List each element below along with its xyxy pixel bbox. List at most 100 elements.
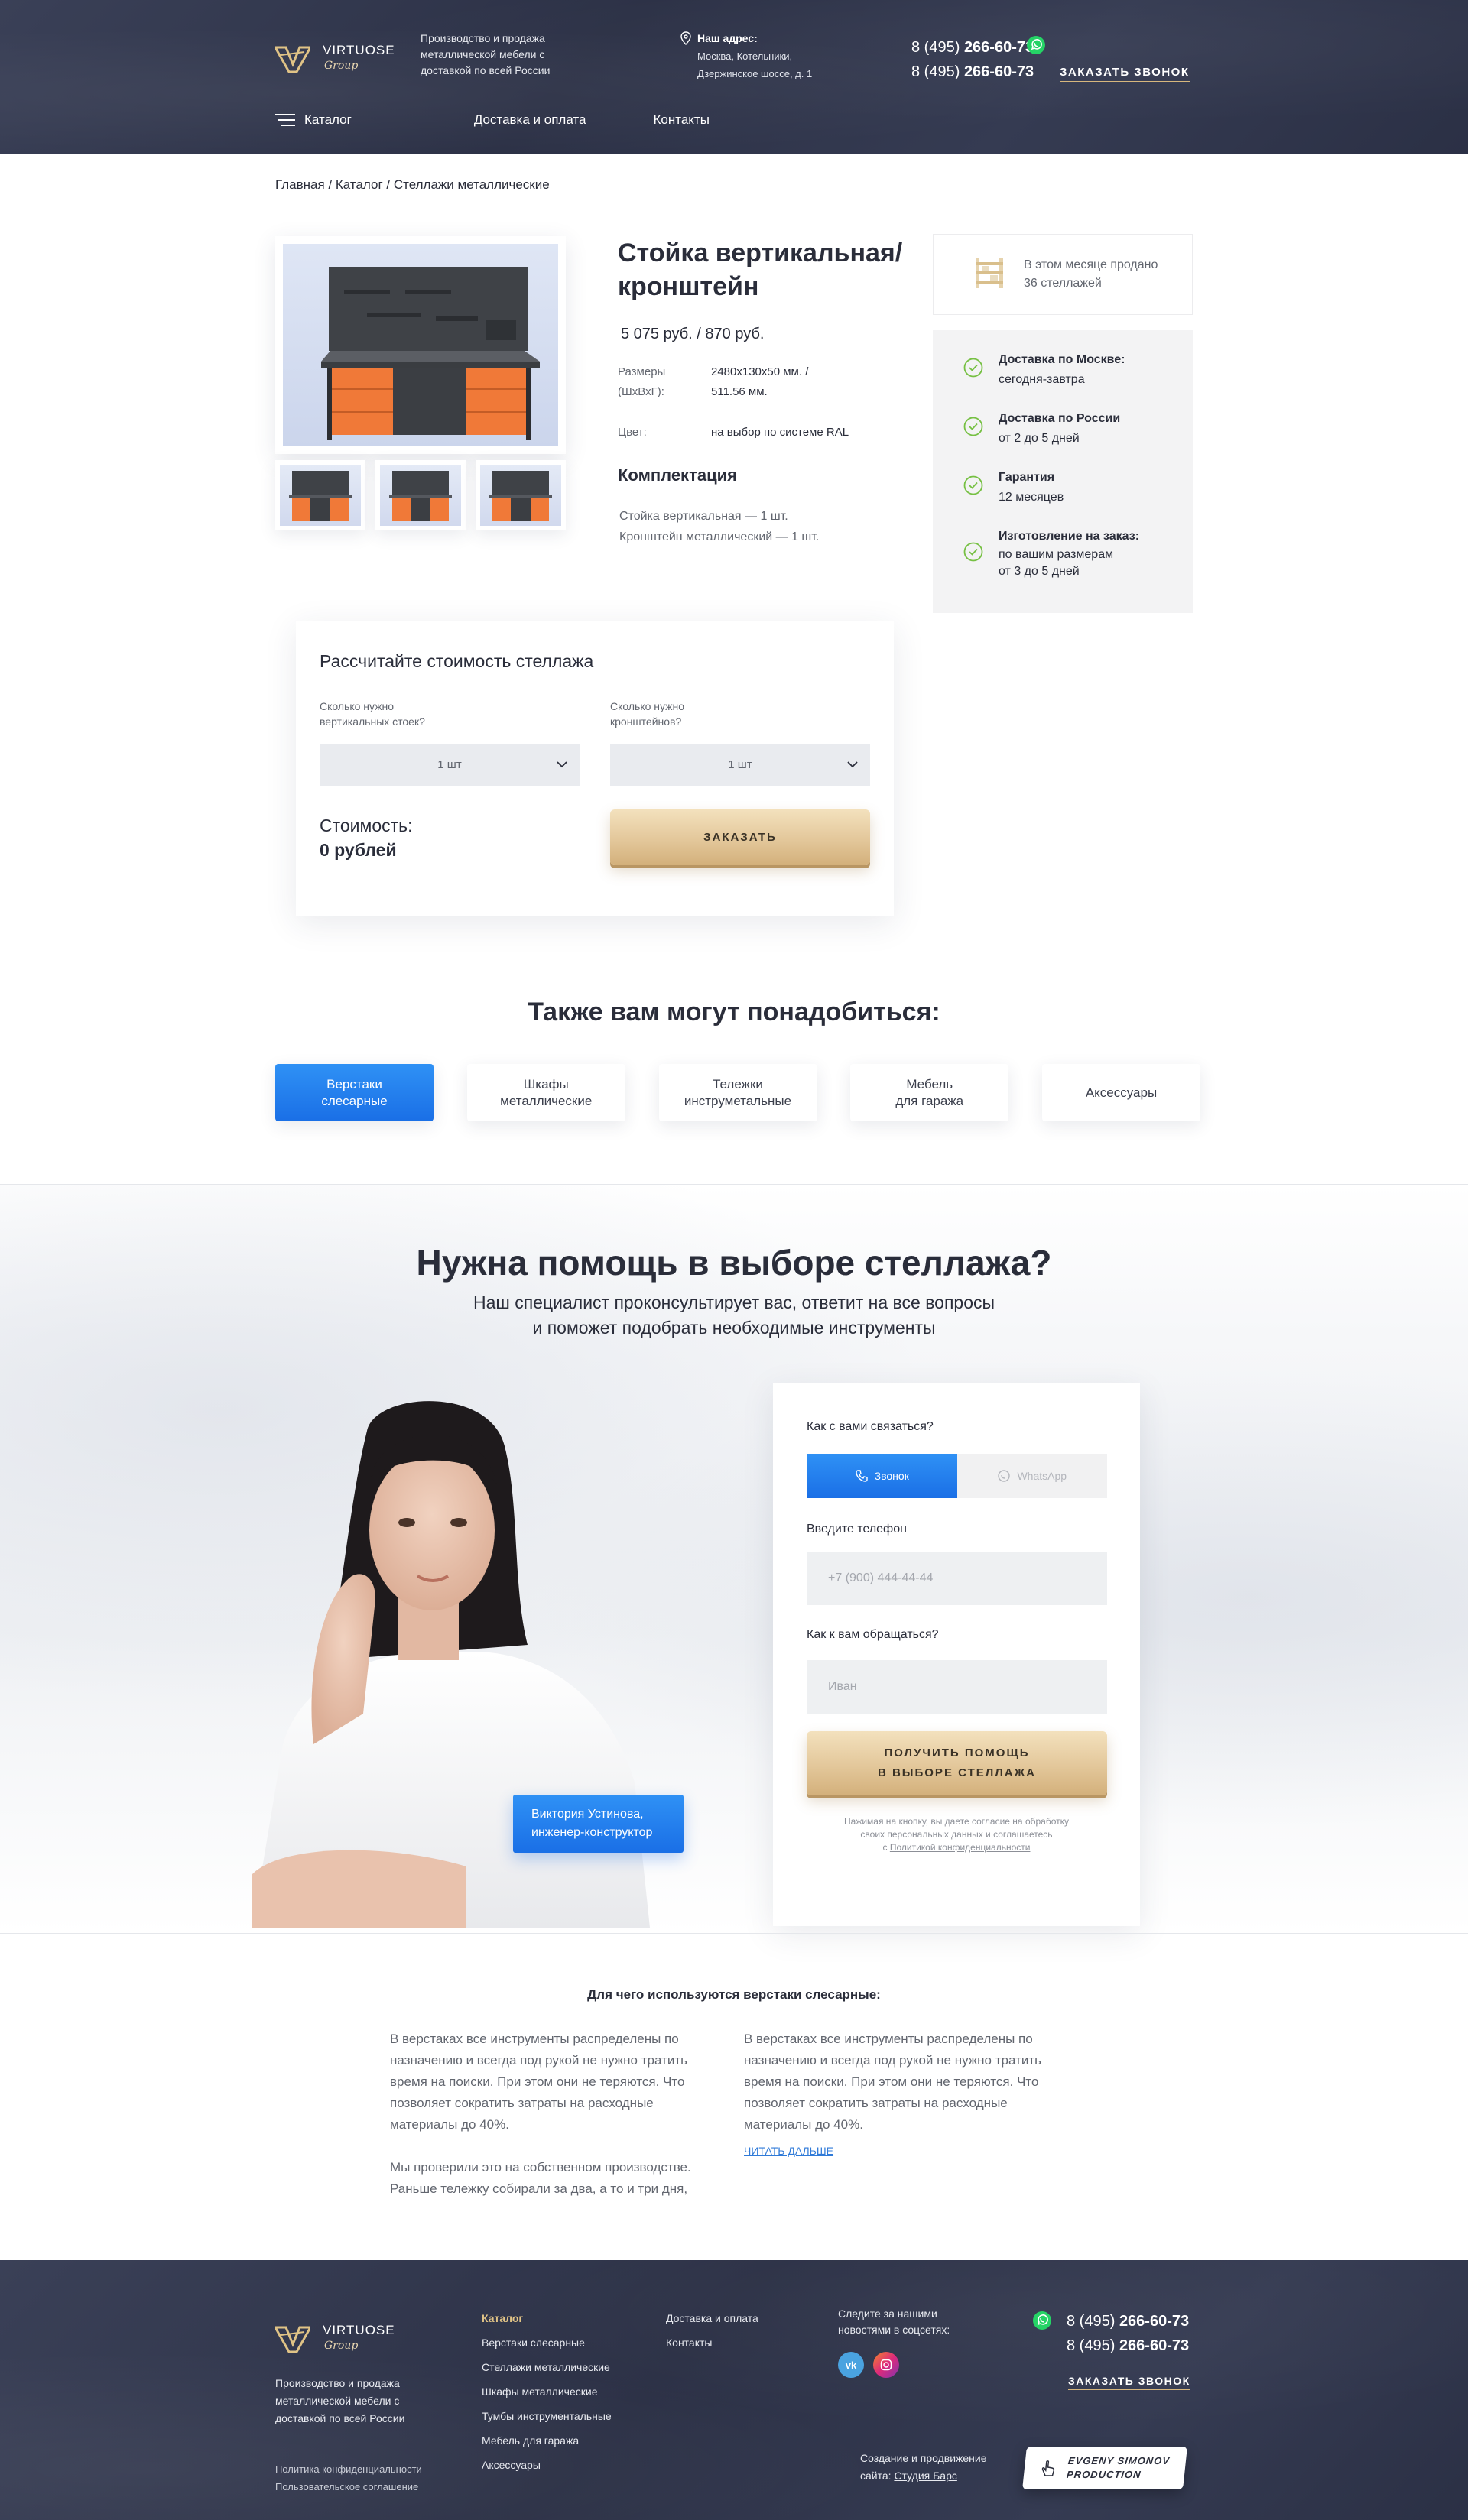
footer-callback-link[interactable]: ЗАКАЗАТЬ ЗВОНОК (1068, 2375, 1190, 2390)
studio-link[interactable]: Студия Барс (894, 2470, 956, 2482)
komplekt-list: Стойка вертикальная — 1 шт. Кронштейн ме… (619, 506, 819, 547)
uprights-label: Сколько нужно вертикальных стоек? (320, 700, 425, 728)
brackets-label: Сколько нужно кронштейнов? (610, 700, 685, 728)
footer-menu-link[interactable]: Стеллажи металлические (482, 2355, 612, 2379)
footer-catalog-menu: Каталог Верстаки слесарные Стеллажи мета… (482, 2306, 612, 2477)
nav-catalog[interactable]: Каталог (275, 111, 352, 129)
footer-privacy-link[interactable]: Политика конфиденциальности (275, 2460, 422, 2478)
brackets-select[interactable]: 1 шт (610, 744, 870, 786)
phone-icon (855, 1470, 868, 1482)
footer-menu-link[interactable]: Шкафы металлические (482, 2379, 612, 2404)
phone-input[interactable]: +7 (900) 444-44-44 (807, 1552, 1107, 1605)
product-section: Главная / Каталог / Стеллажи металлическ… (275, 154, 1193, 613)
product-main-photo[interactable] (275, 236, 566, 454)
info-custom-order: Изготовление на заказ: по вашим размерам… (963, 527, 1193, 585)
product-title: Стойка вертикальная/ кронштейн (618, 238, 903, 301)
chevron-down-icon (847, 761, 858, 768)
contact-option-whatsapp[interactable]: WhatsApp (956, 1454, 1107, 1498)
footer-delivery-link[interactable]: Доставка и оплата (666, 2306, 758, 2330)
related-categories: Верстаки слесарные Шкафы металлические Тел… (275, 1064, 1200, 1121)
komplekt-title: Комплектация (618, 465, 737, 485)
calculator-section: Рассчитайте стоимость стеллажа Сколько н… (275, 613, 1193, 916)
header-phones: 8 (495) 266-60-73 8 (495) 266-60-73 (911, 35, 1034, 84)
check-circle-icon (963, 475, 983, 495)
instagram-icon[interactable] (873, 2352, 899, 2378)
help-section: Нужна помощь в выборе стеллажа? Наш спец… (0, 1184, 1468, 1933)
logo-sub: Group (324, 60, 359, 72)
whatsapp-icon[interactable] (1026, 35, 1046, 55)
uprights-select[interactable]: 1 шт (320, 744, 580, 786)
footer-menu-link[interactable]: Аксессуары (482, 2453, 612, 2477)
studio-credit: Создание и продвижение сайта: Студия Бар… (860, 2452, 987, 2482)
help-request-form: Как с вами связаться? Звонок WhatsApp Вв… (773, 1383, 1140, 1926)
vk-icon[interactable]: vk (838, 2352, 864, 2378)
nav-contacts[interactable]: Контакты (653, 111, 709, 129)
whatsapp-icon[interactable] (1032, 2311, 1052, 2330)
size-value-1: 2480x130x50 мм. / (711, 365, 809, 378)
product-thumbnail[interactable] (275, 460, 365, 530)
breadcrumb-current: Стеллажи металлические (393, 177, 550, 192)
category-accessories[interactable]: Аксессуары (1042, 1064, 1200, 1121)
sold-text: В этом месяце продано 36 стеллажей (1024, 258, 1158, 290)
logo[interactable]: VIRTUOSE Group (275, 41, 405, 79)
breadcrumb-home[interactable]: Главная (275, 177, 325, 192)
category-garage-furniture[interactable]: Мебель для гаража (850, 1064, 1009, 1121)
size-label-2: (ШхВхГ): (618, 385, 664, 398)
header-phone-1[interactable]: 8 (495) 266-60-73 (911, 35, 1034, 60)
article-column-2: В верстаках все инструменты распределены… (744, 2032, 1041, 2157)
nav-delivery[interactable]: Доставка и оплата (474, 111, 586, 129)
product-thumbnail[interactable] (476, 460, 566, 530)
social-links: vk (838, 2352, 899, 2378)
chevron-down-icon (557, 761, 567, 768)
category-trolleys[interactable]: Тележки инструметальные (658, 1064, 817, 1121)
footer-info-menu: Доставка и оплата Контакты (666, 2306, 758, 2355)
hand-pointer-icon (1041, 2460, 1055, 2476)
footer-phones: 8 (495) 266-60-73 8 (495) 266-60-73 (1067, 2309, 1189, 2358)
sold-counter: В этом месяце продано 36 стеллажей (933, 234, 1193, 315)
specialist-name-badge: Виктория Устинова, инженер-конструктор (513, 1795, 684, 1853)
komplekt-item: Стойка вертикальная — 1 шт. (619, 510, 788, 523)
footer-contacts-link[interactable]: Контакты (666, 2330, 758, 2355)
footer-menu-link[interactable]: Верстаки слесарные (482, 2330, 612, 2355)
footer-logo[interactable]: VIRTUOSE Group (275, 2321, 405, 2359)
footer-phone-2[interactable]: 8 (495) 266-60-73 (1067, 2334, 1189, 2358)
privacy-policy-link[interactable]: Политикой конфиденциальности (890, 1842, 1031, 1853)
breadcrumb-catalog[interactable]: Каталог (336, 177, 383, 192)
footer-agreement-link[interactable]: Пользовательское соглашение (275, 2478, 422, 2496)
logo-mark-icon (275, 46, 310, 73)
logo-name: VIRTUOSE (323, 43, 395, 57)
header-phone-2[interactable]: 8 (495) 266-60-73 (911, 60, 1034, 84)
product-thumbnail[interactable] (375, 460, 466, 530)
consent-text: Нажимая на кнопку, вы даете согласие на … (843, 1816, 1070, 1853)
name-input[interactable]: Иван (807, 1660, 1107, 1714)
footer-catalog-link[interactable]: Каталог (482, 2306, 612, 2330)
info-warranty: Гарантия 12 месяцев (963, 468, 1193, 527)
check-circle-icon (963, 358, 983, 378)
category-workbenches[interactable]: Верстаки слесарные (275, 1064, 434, 1121)
color-value: на выбор по системе RAL (711, 426, 849, 439)
footer-legal-links: Политика конфиденциальности Пользователь… (275, 2460, 422, 2496)
phone-field-label: Введите телефон (807, 1523, 907, 1536)
article-column-1: В верстаках все инструменты распределены… (390, 2032, 691, 2196)
contact-method-label: Как с вами связаться? (807, 1420, 934, 1433)
check-circle-icon (963, 542, 983, 562)
footer-menu-link[interactable]: Мебель для гаража (482, 2428, 612, 2453)
address-line-2: Дзержинское шоссе, д. 1 (697, 68, 813, 79)
callback-link[interactable]: ЗАКАЗАТЬ ЗВОНОК (1060, 66, 1190, 82)
footer-phone-1[interactable]: 8 (495) 266-60-73 (1067, 2309, 1189, 2334)
size-value-2: 511.56 мм. (711, 385, 768, 398)
article-section: Для чего используются верстаки слесарные… (0, 1933, 1468, 2260)
footer-menu-link[interactable]: Тумбы инструментальные (482, 2404, 612, 2428)
header-address: Наш адрес: Москва, Котельники, Дзержинск… (680, 31, 849, 83)
site-footer: VIRTUOSE Group Производство и продажа ме… (0, 2260, 1468, 2520)
production-badge[interactable]: EVGENY SIMONOV PRODUCTION (1022, 2447, 1187, 2489)
komplekt-item: Кронштейн металлический — 1 шт. (619, 530, 820, 543)
location-pin-icon (680, 31, 691, 45)
contact-option-call[interactable]: Звонок (807, 1454, 957, 1498)
get-help-button[interactable]: ПОЛУЧИТЬ ПОМОЩЬ В ВЫБОРЕ СТЕЛЛАЖА (807, 1731, 1107, 1795)
help-subtitle: Наш специалист проконсультирует вас, отв… (473, 1292, 995, 1338)
info-delivery-moscow: Доставка по Москве: сегодня-завтра (963, 350, 1193, 409)
category-cabinets[interactable]: Шкафы металлические (466, 1064, 625, 1121)
delivery-info: Доставка по Москве: сегодня-завтра Доста… (933, 330, 1193, 613)
read-more-link[interactable]: ЧИТАТЬ ДАЛЬШЕ (744, 2145, 833, 2157)
